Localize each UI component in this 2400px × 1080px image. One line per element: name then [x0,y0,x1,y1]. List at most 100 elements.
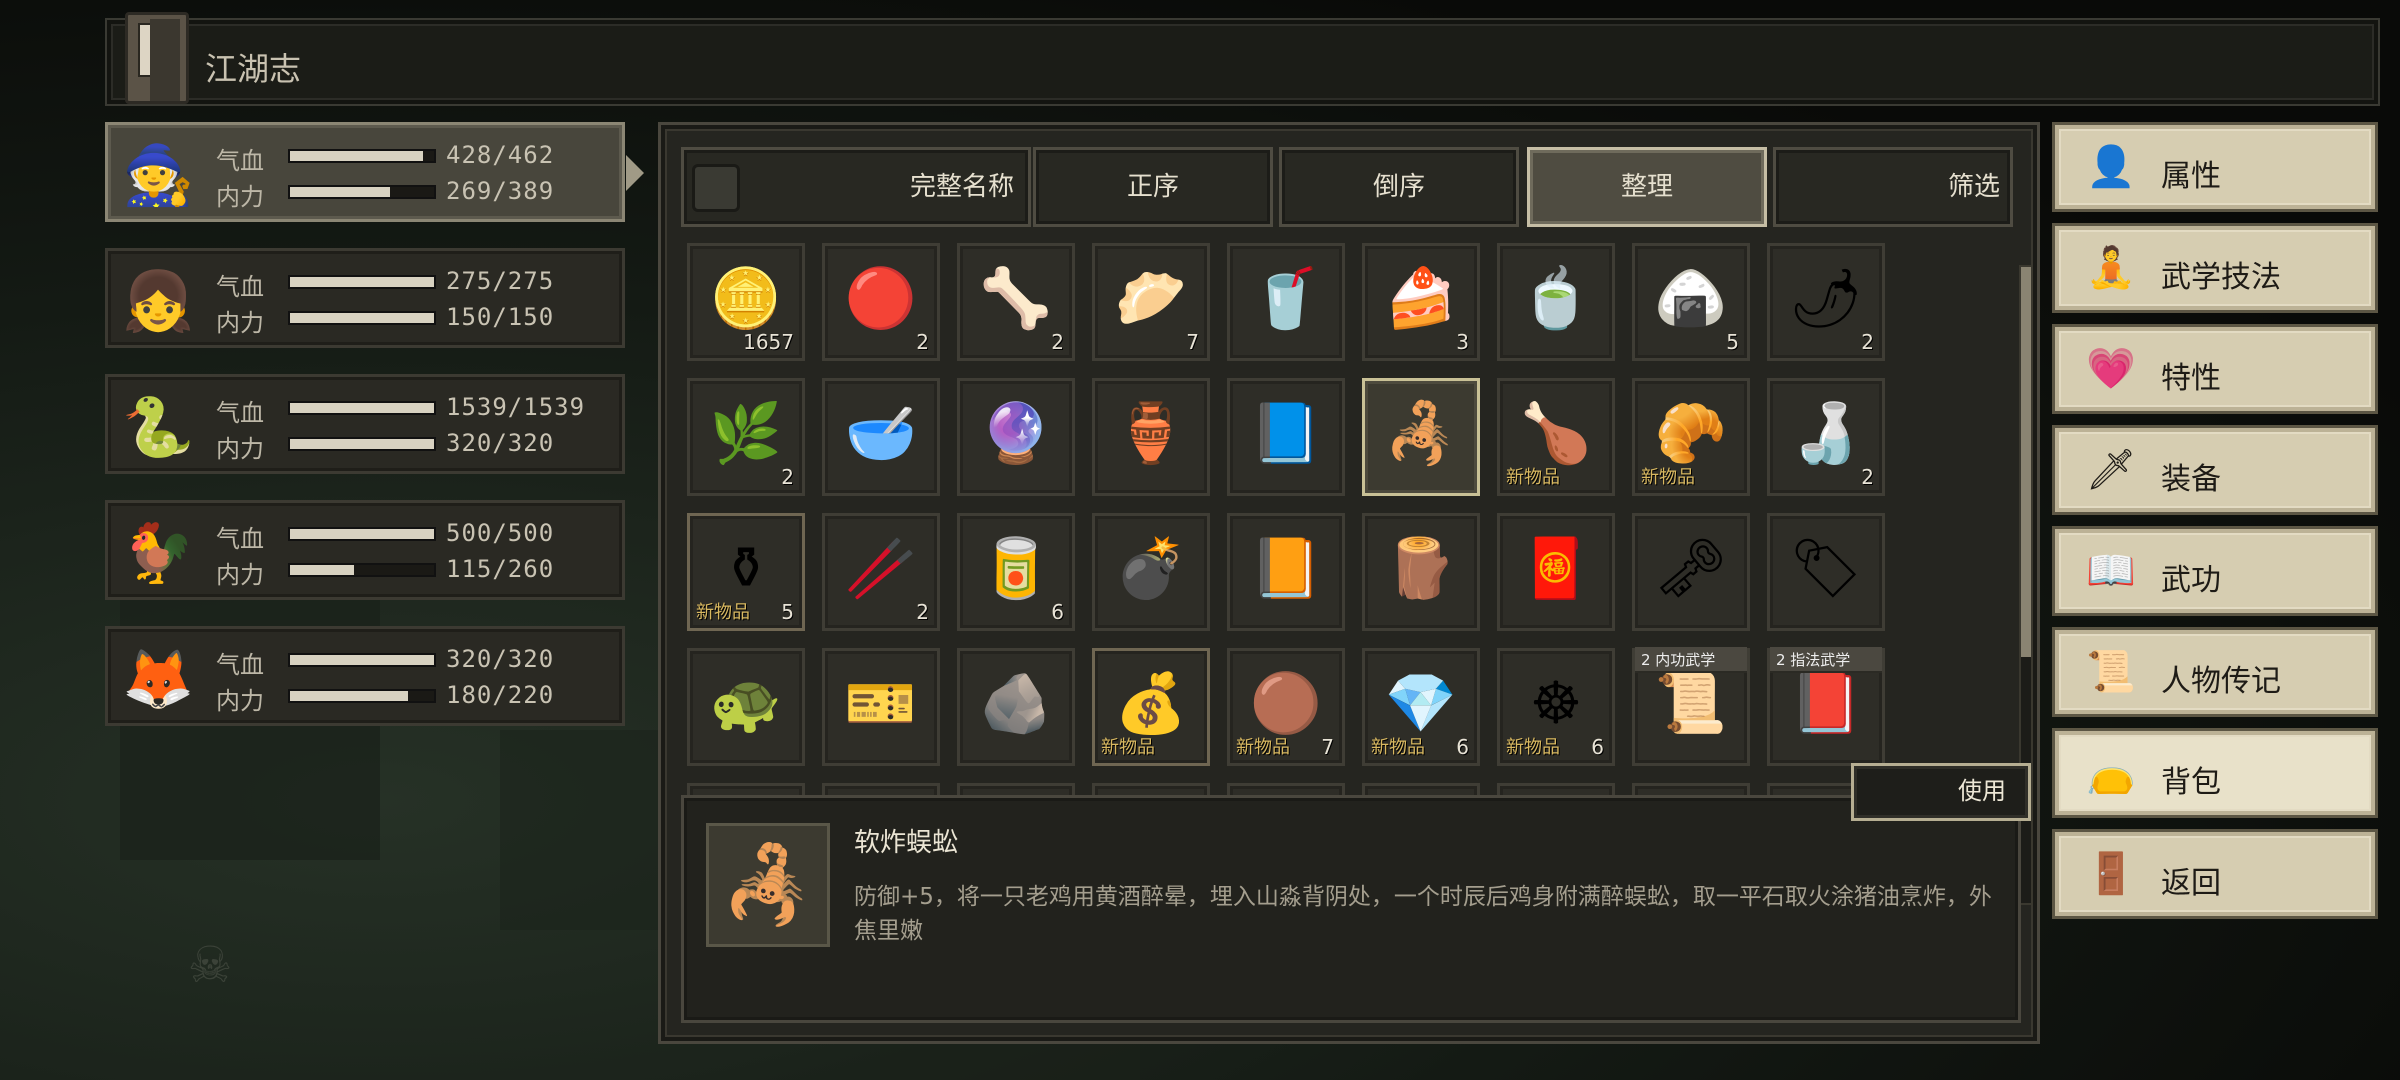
menu-back-button[interactable]: 🚪 返回 [2052,829,2378,919]
menu-traits-button[interactable]: 💗 特性 [2052,324,2378,414]
party-member-snake[interactable]: 🐍 气血 1539/1539 内力 320/320 [105,374,625,474]
red-cloth-icon: 🧧 [1519,534,1593,602]
menu-label: 特性 [2161,361,2221,396]
scrollbar-thumb[interactable] [2021,267,2031,657]
inventory-panel: 完整名称 正序 倒序 整理 筛选 🪙 1657 🔴 2 🦴 2 🥟 7 🥤 🍰 3 🍵 🍙 5 🌶 2 🌿 2 🥣 🔮… [658,122,2040,1044]
item-name: 软炸蜈蚣 [854,828,959,858]
inventory-slot[interactable]: 🥐 新物品 [1632,378,1750,496]
inventory-slot[interactable]: 🗝 [1632,513,1750,631]
item-count: 6 [1456,735,1469,759]
inventory-slot[interactable]: 🍙 5 [1632,243,1750,361]
mp-label: 内力 [216,435,264,463]
inventory-slot[interactable]: 🪙 1657 [687,243,805,361]
mp-label: 内力 [216,687,264,715]
brown-stone-icon: 🟤 [1249,669,1323,737]
fullname-checkbox[interactable] [692,164,740,212]
menu-label: 人物传记 [2161,664,2281,699]
item-count: 3 [1456,330,1469,354]
inventory-slot[interactable]: 🍵 [1497,243,1615,361]
roast-chicken-icon: 🍗 [1519,399,1593,467]
inventory-slot[interactable]: 🌶 2 [1767,243,1885,361]
hp-value: 1539/1539 [446,393,586,421]
party-member-hero[interactable]: 🧙 气血 428/462 内力 269/389 [105,122,644,222]
inventory-slot[interactable]: 🥣 [822,378,940,496]
black-key-icon: 🗝 [1654,534,1728,602]
item-count: 5 [781,600,794,624]
inventory-slot[interactable]: ☸ 新物品 6 [1497,648,1615,766]
fullname-toggle-button[interactable]: 完整名称 [681,147,1031,227]
inventory-slot[interactable]: 💣 [1092,513,1210,631]
inventory-slot[interactable]: 🦂 [1362,378,1480,496]
sort-descending-button[interactable]: 倒序 [1279,147,1519,227]
page-title: 江湖志 [205,50,302,88]
white-bun-icon: 🍙 [1654,264,1728,332]
crossed-scroll-icon: 📜 [1654,669,1728,737]
inventory-slot[interactable]: 🥫 6 [957,513,1075,631]
inventory-slot[interactable]: 🦴 2 [957,243,1075,361]
inventory-slot[interactable]: 💰 新物品 [1092,648,1210,766]
menu-kungfu-button[interactable]: 📖 武功 [2052,526,2378,616]
filter-button[interactable]: 筛选 [1773,147,2013,227]
inventory-slot[interactable]: 🔮 [957,378,1075,496]
inventory-slot[interactable]: 🏷 [1767,513,1885,631]
new-item-badge: 新物品 [1101,737,1155,758]
inventory-slot[interactable]: 🐢 [687,648,805,766]
inventory-slot[interactable]: 🍰 3 [1362,243,1480,361]
inventory-slot[interactable]: 🌿 2 [687,378,805,496]
arrange-button[interactable]: 整理 [1527,147,1767,227]
inventory-slot[interactable]: 🟤 新物品 7 [1227,648,1345,766]
item-count: 1657 [743,330,794,354]
hp-label: 气血 [216,273,264,301]
inventory-slot[interactable]: 🪵 [1362,513,1480,631]
hp-label: 气血 [216,651,264,679]
item-count: 6 [1051,600,1064,624]
item-count: 5 [1726,330,1739,354]
scroll-icon: 📜 [2086,649,2136,695]
inventory-slot[interactable]: 📜 2 内功武学 [1632,647,1750,766]
party-member-chicken[interactable]: 🐓 气血 500/500 内力 115/260 [105,500,625,600]
hp-value: 500/500 [446,519,555,547]
inventory-slot[interactable]: 🏺 [1092,378,1210,496]
inventory-slot[interactable]: 💎 新物品 6 [1362,648,1480,766]
inventory-slot[interactable]: 🥟 7 [1092,243,1210,361]
inventory-slot[interactable]: 📘 [1227,378,1345,496]
turtle-shell-icon: 🐢 [709,669,783,737]
inventory-slot[interactable]: 📕 2 指法武学 [1767,647,1885,766]
inventory-slot[interactable]: 🥢 2 [822,513,940,631]
mp-value: 320/320 [446,429,555,457]
hp-value: 428/462 [446,141,555,169]
party-member-girl[interactable]: 👧 气血 275/275 内力 150/150 [105,248,625,348]
inventory-slot[interactable]: 🎫 [822,648,940,766]
inventory-slot[interactable]: 🧧 [1497,513,1615,631]
blue-herb-icon: 🌿 [709,399,783,467]
fox-girl-icon: 👧 [122,267,195,335]
sort-ascending-button[interactable]: 正序 [1033,147,1273,227]
inventory-slot[interactable]: 🍗 新物品 [1497,378,1615,496]
item-detail-panel: 🦂 软炸蜈蚣 防御+5，将一只老鸡用黄酒醉晕，埋入山淼背阴处，一个时辰后鸡身附满… [681,795,2021,1023]
mp-bar [288,185,436,199]
bag-icon: 👝 [2086,750,2136,796]
menu-equipment-button[interactable]: 🗡 装备 [2052,425,2378,515]
inventory-slot[interactable]: 🍶 2 [1767,378,1885,496]
menu-bag-button[interactable]: 👝 背包 [2052,728,2378,818]
inventory-slot[interactable]: 🪨 [957,648,1075,766]
new-item-badge: 新物品 [1641,467,1695,488]
cloth-sack-icon: 💰 [1114,669,1188,737]
black-jar-icon: ⚱ [721,534,771,602]
cake-icon: 🍰 [1384,264,1458,332]
inventory-slot[interactable]: 🥤 [1227,243,1345,361]
use-button[interactable]: 使用 [1851,763,2031,821]
inventory-slot[interactable]: 🔴 2 [822,243,940,361]
mp-bar [288,563,436,577]
menu-martial-skills-button[interactable]: 🧘 武学技法 [2052,223,2378,313]
inventory-slot[interactable]: 📙 [1227,513,1345,631]
party-member-fox[interactable]: 🦊 气血 320/320 内力 180/220 [105,626,625,726]
tin-can-icon: 🥫 [979,534,1053,602]
menu-attributes-button[interactable]: 👤 属性 [2052,122,2378,212]
inventory-slot[interactable]: ⚱ 新物品 5 [687,513,805,631]
chicken-icon: 🐓 [122,519,195,587]
menu-biography-button[interactable]: 📜 人物传记 [2052,627,2378,717]
item-count: 2 [916,330,929,354]
hp-label: 气血 [216,525,264,553]
new-item-badge: 新物品 [696,602,750,623]
